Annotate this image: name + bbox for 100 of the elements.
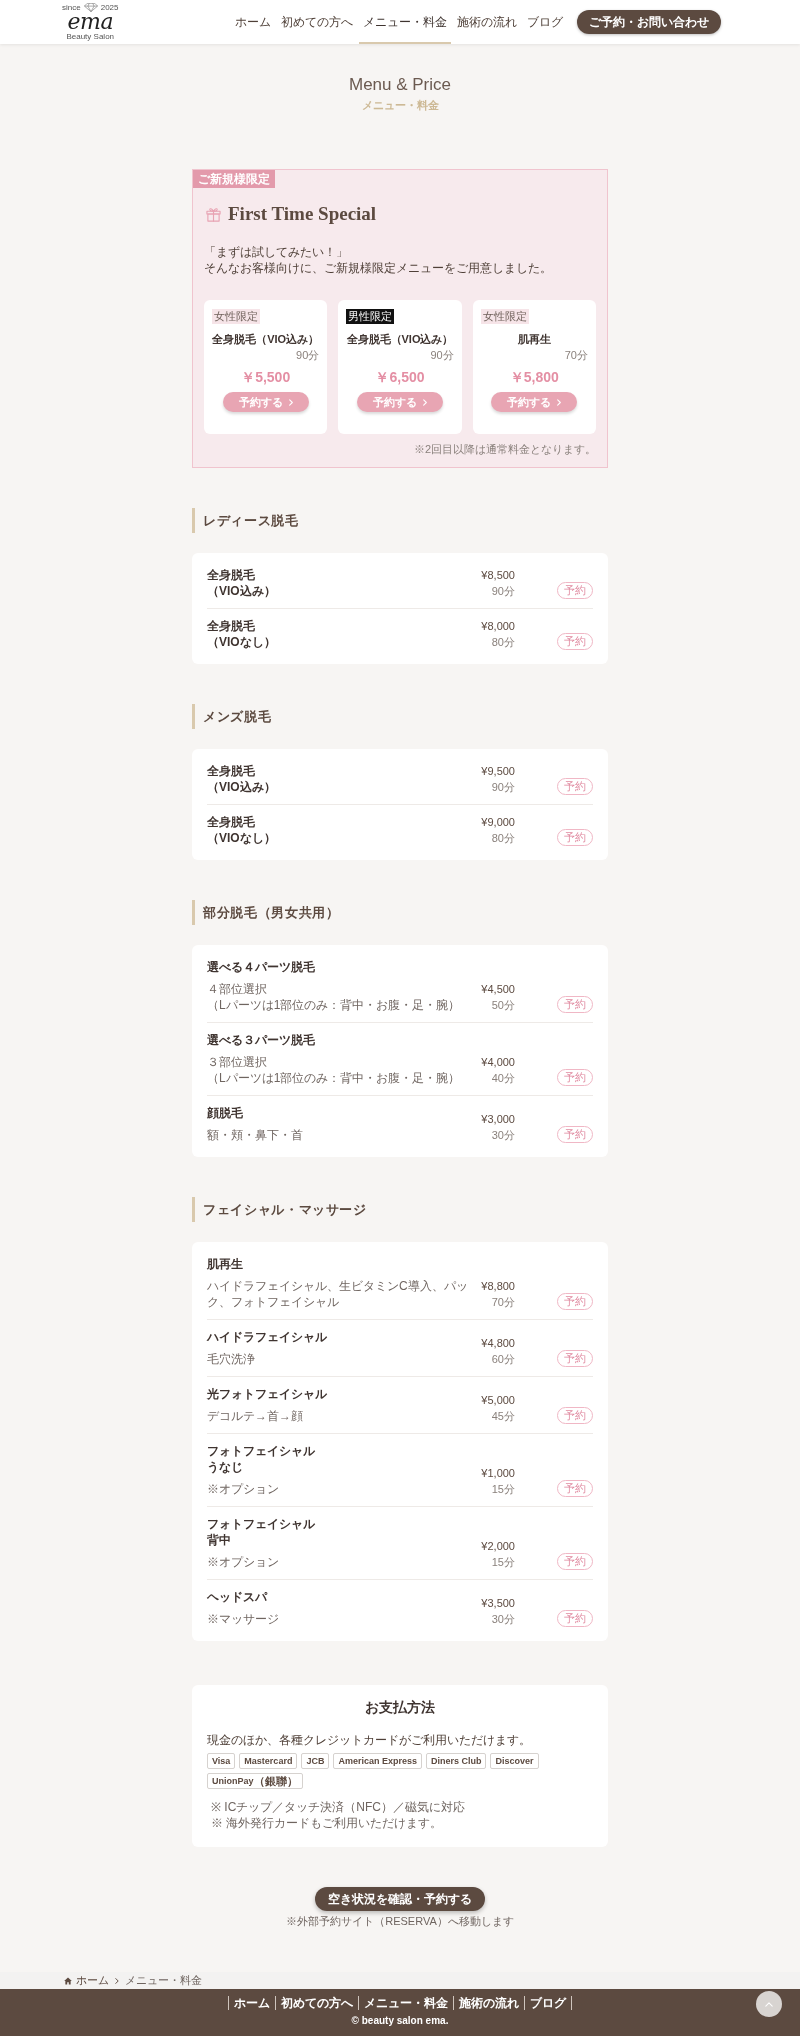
card-brand-chip: American Express	[333, 1753, 422, 1769]
section-heading: メンズ脱毛	[192, 704, 608, 729]
menu-item-name: 全身脱毛 （VIOなし）	[207, 618, 277, 650]
card-brand-chip: Mastercard	[239, 1753, 298, 1769]
menu-price: ¥3,000	[481, 1112, 515, 1127]
menu-item-details: ※オプション	[207, 1554, 280, 1570]
special-intro-text: 「まずは試してみたい！」 そんなお客様向けに、ご新規様限定メニューをご用意しました。	[204, 244, 553, 276]
nav-link[interactable]: ホーム	[231, 0, 275, 44]
menu-item-name: 選べる４パーツ脱毛	[207, 959, 316, 975]
nav-link[interactable]: メニュー・料金	[359, 0, 451, 44]
reserve-note: ※外部予約サイト（RESERVA）へ移動します	[286, 1914, 514, 1929]
page-subtitle: メニュー・料金	[361, 98, 439, 113]
offer-reserve-button[interactable]: 予約する	[491, 392, 578, 412]
offer-name: 肌再生	[516, 332, 552, 347]
menu-duration: 90分	[491, 780, 515, 795]
diamond-icon	[83, 3, 98, 12]
menu-price: ¥8,800	[481, 1279, 515, 1294]
menu-item-details: ※オプション	[207, 1481, 280, 1497]
footer-link[interactable]: ブログ	[524, 1996, 572, 2010]
page-title: Menu & Price	[348, 74, 451, 96]
breadcrumb-link[interactable]: ホーム	[76, 1975, 109, 1986]
menu-price: ¥4,500	[481, 982, 515, 997]
payment-title: お支払方法	[364, 1699, 436, 1717]
payment-note: ※ ICチップ／タッチ決済（NFC）／磁気に対応	[211, 1799, 466, 1815]
special-note: ※2回目以降は通常料金となります。	[412, 442, 596, 457]
offer-duration: 90分	[429, 348, 454, 363]
menu-price: ¥2,000	[481, 1539, 515, 1554]
menu-item-details: ハイドラフェイシャル、生ビタミンC導入、パック、フォトフェイシャル	[207, 1278, 469, 1310]
menu-duration: 30分	[491, 1612, 515, 1627]
menu-item-details: デコルテ→首→顔	[207, 1408, 304, 1424]
card-brand-chip: Discover	[490, 1753, 539, 1769]
menu-price: ¥8,000	[481, 619, 515, 634]
chevron-right-icon	[423, 398, 427, 406]
chevron-right-icon	[115, 1977, 119, 1984]
menu-duration: 80分	[491, 831, 515, 846]
menu-item-name: 選べる３パーツ脱毛	[207, 1032, 316, 1048]
menu-item-name: 全身脱毛 （VIO込み）	[207, 567, 277, 599]
menu-item-name: ヘッドスパ	[207, 1589, 269, 1605]
card-brand-chip: UnionPay（銀聯）	[207, 1773, 303, 1789]
offer-name: 全身脱毛（VIO込み）	[345, 332, 455, 347]
offer-price: ￥6,500	[374, 368, 426, 386]
menu-duration: 15分	[491, 1555, 515, 1570]
menu-price: ¥4,000	[481, 1055, 515, 1070]
menu-duration: 50分	[491, 998, 515, 1013]
copyright-text: © beauty salon ema.	[351, 2014, 449, 2027]
contact-button[interactable]: ご予約・お問い合わせ	[577, 10, 721, 34]
footer-link[interactable]: 初めての方へ	[275, 1996, 358, 2010]
nav-link[interactable]: 初めての方へ	[277, 0, 357, 44]
logo-tagline: Beauty Salon	[66, 32, 115, 41]
chevron-right-icon	[557, 398, 562, 406]
menu-item-details: 毛穴洗浄	[207, 1351, 256, 1367]
nav-link[interactable]: 施術の流れ	[453, 0, 521, 44]
offer-duration: 70分	[563, 348, 588, 363]
offer-tag: 女性限定	[212, 309, 260, 324]
breadcrumb-current: メニュー・料金	[125, 1975, 202, 1986]
section-heading: レディース脱毛	[192, 508, 608, 533]
card-brand-chip: Visa	[207, 1753, 236, 1769]
menu-item-name: フォトフェイシャル 背中	[207, 1516, 316, 1548]
menu-duration: 30分	[491, 1128, 515, 1143]
home-icon	[64, 1976, 72, 1985]
menu-duration: 70分	[491, 1295, 515, 1310]
offer-tag: 男性限定	[346, 309, 395, 324]
new-customer-badge: ご新規様限定	[193, 170, 275, 188]
menu-item-name: 光フォトフェイシャル	[207, 1386, 328, 1402]
menu-price: ¥3,500	[481, 1596, 515, 1611]
nav-link[interactable]: ブログ	[523, 0, 567, 44]
menu-item-name: 全身脱毛 （VIOなし）	[207, 814, 277, 846]
menu-duration: 15分	[491, 1482, 515, 1497]
logo-wordmark[interactable]: ema	[67, 12, 114, 32]
footer-link[interactable]: ホーム	[228, 1996, 275, 2010]
menu-price: ¥8,500	[481, 568, 515, 583]
card-brand-chip: JCB	[301, 1753, 330, 1769]
menu-item-name: 顔脱毛	[207, 1105, 244, 1121]
menu-item-details: ４部位選択 （Lパーツは1部位のみ：背中・お腹・足・腕）	[207, 981, 462, 1013]
payment-text: 現金のほか、各種クレジットカードがご利用いただけます。	[207, 1732, 532, 1748]
menu-price: ¥9,500	[481, 764, 515, 779]
menu-duration: 45分	[491, 1409, 515, 1424]
offer-reserve-button[interactable]: 予約する	[222, 392, 309, 412]
scroll-top-button[interactable]	[756, 1991, 782, 2017]
offer-tag: 女性限定	[480, 309, 529, 324]
reserve-cta-button[interactable]: 空き状況を確認・予約する	[315, 1887, 485, 1911]
menu-price: ¥5,000	[481, 1393, 515, 1408]
chevron-right-icon	[288, 398, 293, 406]
offer-price: ￥5,500	[240, 368, 292, 386]
menu-price: ¥1,000	[481, 1466, 515, 1481]
card-brand-chip: Diners Club	[425, 1753, 487, 1769]
section-heading: フェイシャル・マッサージ	[192, 1197, 608, 1222]
menu-item-name: 肌再生	[207, 1256, 244, 1272]
menu-duration: 60分	[491, 1352, 515, 1367]
menu-item-details: ３部位選択 （Lパーツは1部位のみ：背中・お腹・足・腕）	[207, 1054, 462, 1086]
footer-link[interactable]: 施術の流れ	[453, 1996, 524, 2010]
offer-reserve-button[interactable]: 予約する	[357, 392, 443, 412]
menu-duration: 80分	[491, 635, 515, 650]
gift-icon	[206, 206, 221, 222]
menu-item-details: 額・頬・鼻下・首	[207, 1127, 304, 1143]
footer-link[interactable]: メニュー・料金	[358, 1996, 453, 2010]
offer-price: ￥5,800	[508, 368, 560, 386]
menu-item-name: フォトフェイシャル うなじ	[207, 1443, 316, 1475]
menu-price: ¥4,800	[481, 1336, 515, 1351]
menu-item-name: 全身脱毛 （VIO込み）	[207, 763, 277, 795]
